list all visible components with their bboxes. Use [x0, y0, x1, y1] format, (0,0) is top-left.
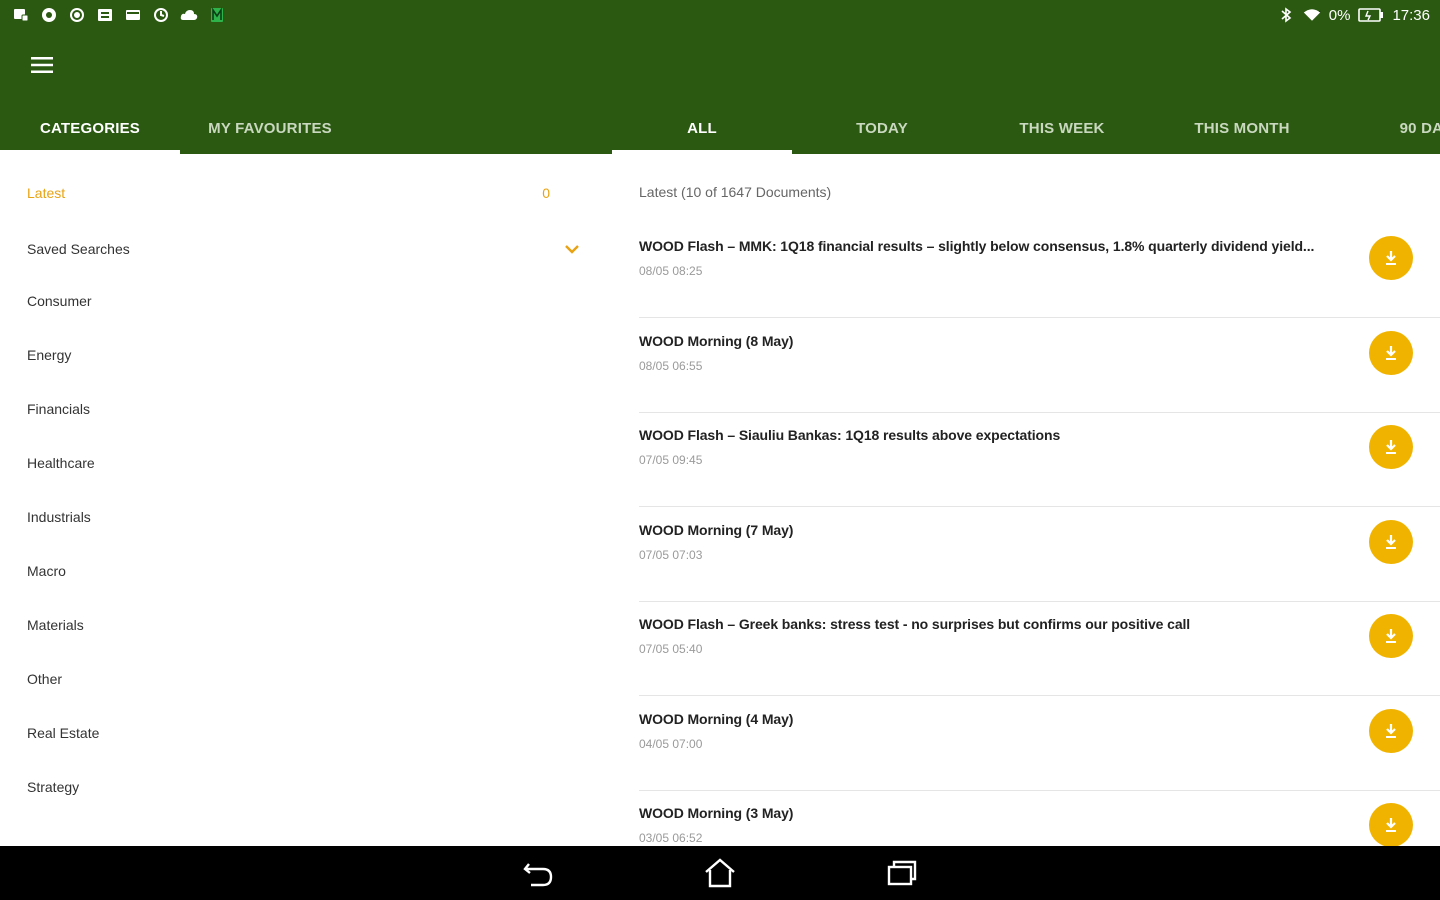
recent-apps-icon: [887, 860, 917, 886]
sidebar-item-label: Saved Searches: [27, 241, 130, 257]
document-item[interactable]: WOOD Flash – Siauliu Bankas: 1Q18 result…: [639, 413, 1440, 507]
document-date: 07/05 07:03: [639, 548, 703, 562]
mail-icon: [124, 7, 142, 23]
document-item[interactable]: WOOD Flash – MMK: 1Q18 financial results…: [639, 224, 1440, 318]
document-list: Latest (10 of 1647 Documents) WOOD Flash…: [612, 154, 1440, 846]
download-icon: [1386, 535, 1396, 549]
app-icon-2: [68, 7, 86, 23]
sidebar-item-strategy[interactable]: Strategy: [0, 762, 612, 812]
sidebar-item-consumer[interactable]: Consumer: [0, 276, 612, 326]
recent-apps-button[interactable]: [882, 855, 922, 891]
back-button[interactable]: [518, 855, 558, 891]
sidebar-item-industrials[interactable]: Industrials: [0, 492, 612, 542]
tab-this-week[interactable]: THIS WEEK: [972, 102, 1152, 154]
tab-categories[interactable]: CATEGORIES: [0, 102, 180, 154]
document-date: 07/05 09:45: [639, 453, 703, 467]
download-button[interactable]: [1369, 803, 1413, 846]
download-button[interactable]: [1369, 331, 1413, 375]
document-title: WOOD Flash – Greek banks: stress test - …: [639, 616, 1191, 632]
bluetooth-icon: [1277, 7, 1295, 23]
sd-card-icon: [96, 7, 114, 23]
tab-today[interactable]: TODAY: [792, 102, 972, 154]
download-icon: [1386, 724, 1396, 738]
download-icon: [1386, 346, 1396, 360]
home-icon: [705, 858, 735, 888]
sidebar-item-energy[interactable]: Energy: [0, 330, 612, 380]
sidebar-item-healthcare[interactable]: Healthcare: [0, 438, 612, 488]
sidebar-item-label: Financials: [27, 401, 91, 417]
sidebar-item-label: Energy: [27, 347, 72, 363]
clock: 17:36: [1392, 6, 1430, 24]
document-title: WOOD Morning (4 May): [639, 711, 794, 727]
sidebar-item-label: Latest: [27, 185, 66, 201]
chevron-down-icon[interactable]: [562, 240, 582, 258]
document-date: 08/05 06:55: [639, 359, 703, 373]
home-button[interactable]: [700, 855, 740, 891]
status-bar-notifications: [0, 7, 226, 23]
sidebar-item-label: Healthcare: [27, 455, 95, 471]
document-title: WOOD Morning (7 May): [639, 522, 794, 538]
document-title: WOOD Morning (3 May): [639, 805, 794, 821]
battery-icon: [1358, 7, 1384, 23]
sidebar-item-macro[interactable]: Macro: [0, 546, 612, 596]
download-button[interactable]: [1369, 614, 1413, 658]
download-icon: [1386, 440, 1396, 454]
document-item[interactable]: WOOD Morning (7 May) 07/05 07:03: [639, 508, 1440, 602]
sidebar-item-materials[interactable]: Materials: [0, 600, 612, 650]
wifi-icon: [1303, 7, 1321, 23]
category-tabs: CATEGORIES MY FAVOURITES: [0, 102, 612, 154]
sidebar-item-label: Other: [27, 671, 63, 687]
app-icon-1: [40, 7, 58, 23]
download-button[interactable]: [1369, 709, 1413, 753]
document-date: 04/05 07:00: [639, 737, 703, 751]
tab-all[interactable]: ALL: [612, 102, 792, 154]
sidebar-item-label: Strategy: [27, 779, 80, 795]
tab-my-favourites[interactable]: MY FAVOURITES: [180, 102, 360, 154]
sidebar-item-label: Materials: [27, 617, 84, 633]
app-bar: CATEGORIES MY FAVOURITES ALL TODAY THIS …: [0, 30, 1440, 154]
document-item[interactable]: WOOD Flash – Greek banks: stress test - …: [639, 602, 1440, 696]
download-button[interactable]: [1369, 520, 1413, 564]
document-title: WOOD Flash – Siauliu Bankas: 1Q18 result…: [639, 427, 1061, 443]
sidebar-item-other[interactable]: Other: [0, 654, 612, 704]
status-bar-system: 0% 17:36: [1277, 7, 1440, 24]
cloud-icon: [180, 7, 198, 23]
document-date: 07/05 05:40: [639, 642, 703, 656]
download-button[interactable]: [1369, 425, 1413, 469]
document-date: 03/05 06:52: [639, 831, 703, 845]
download-icon: [1386, 818, 1396, 832]
document-date: 08/05 08:25: [639, 264, 703, 278]
download-button[interactable]: [1369, 236, 1413, 280]
sidebar-item-saved-searches[interactable]: Saved Searches: [0, 224, 612, 274]
download-icon: [1386, 629, 1396, 643]
document-title: WOOD Morning (8 May): [639, 333, 794, 349]
battery-percent: 0%: [1328, 6, 1351, 24]
sidebar-item-latest[interactable]: Latest 0: [0, 168, 612, 218]
sidebar-item-label: Macro: [27, 563, 66, 579]
period-tabs: ALL TODAY THIS WEEK THIS MONTH 90 DAY: [612, 102, 1440, 154]
tab-this-month[interactable]: THIS MONTH: [1152, 102, 1332, 154]
sidebar-item-label: Consumer: [27, 293, 92, 309]
category-sidebar: Latest 0 Saved Searches Consumer Energy …: [0, 154, 612, 846]
back-icon: [523, 863, 553, 887]
download-icon: [1386, 251, 1396, 265]
navigation-bar: [0, 846, 1440, 900]
app-badge-icon: [208, 7, 226, 23]
status-bar: 0% 17:36: [0, 0, 1440, 30]
latest-count-badge: 0: [542, 185, 550, 201]
sync-icon: [152, 7, 170, 23]
document-list-header: Latest (10 of 1647 Documents): [639, 184, 832, 200]
hamburger-menu-icon: [31, 57, 53, 73]
sidebar-item-financials[interactable]: Financials: [0, 384, 612, 434]
document-item[interactable]: WOOD Morning (8 May) 08/05 06:55: [639, 319, 1440, 413]
tab-90-days[interactable]: 90 DAY: [1332, 102, 1440, 154]
sidebar-item-real-estate[interactable]: Real Estate: [0, 708, 612, 758]
menu-button[interactable]: [22, 48, 62, 82]
document-title: WOOD Flash – MMK: 1Q18 financial results…: [639, 238, 1315, 254]
sidebar-item-label: Industrials: [27, 509, 91, 525]
document-item[interactable]: WOOD Morning (3 May) 03/05 06:52: [639, 791, 1440, 846]
notification-icon: [12, 7, 30, 23]
sidebar-item-label: Real Estate: [27, 725, 100, 741]
document-item[interactable]: WOOD Morning (4 May) 04/05 07:00: [639, 697, 1440, 791]
